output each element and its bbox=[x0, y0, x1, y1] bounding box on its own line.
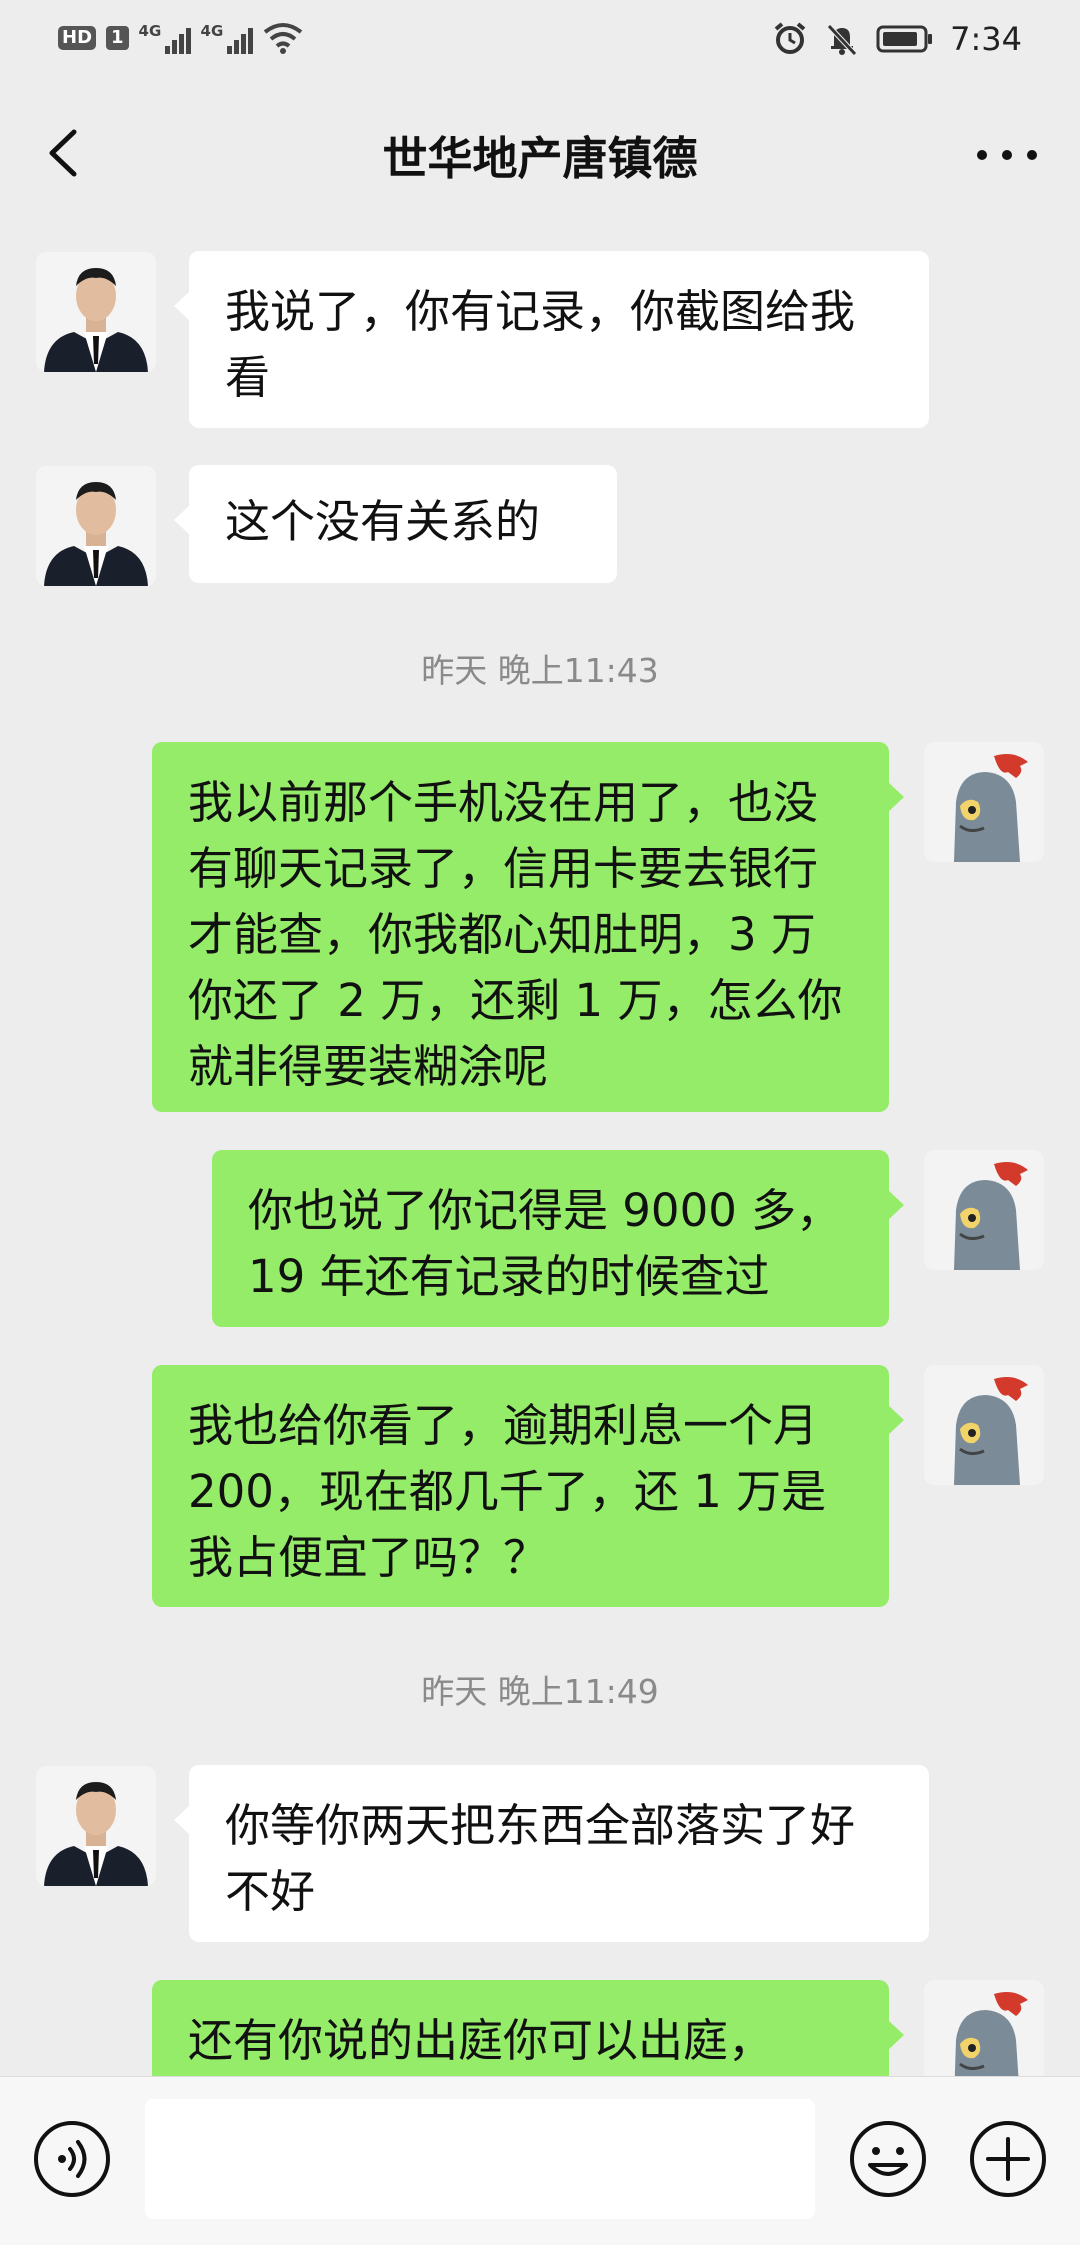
network-type-1: 4G bbox=[138, 22, 162, 40]
voice-input-icon[interactable] bbox=[32, 2119, 112, 2199]
message-composer bbox=[0, 2076, 1080, 2245]
contact-avatar[interactable] bbox=[36, 1766, 156, 1886]
self-avatar[interactable] bbox=[924, 1365, 1044, 1485]
signal-icon: 4G bbox=[139, 22, 191, 54]
status-bar: HD 1 4G 4G 7:34 bbox=[0, 0, 1080, 80]
alarm-icon bbox=[774, 22, 806, 54]
wifi-icon bbox=[263, 23, 302, 54]
incoming-message-bubble[interactable]: 这个没有关系的 bbox=[174, 465, 617, 583]
incoming-message-bubble[interactable]: 我说了，你有记录，你截图给我看 bbox=[174, 251, 929, 428]
incoming-message-bubble[interactable]: 你等你两天把东西全部落实了好不好 bbox=[174, 1765, 929, 1942]
network-type-2: 4G bbox=[200, 22, 224, 40]
self-avatar[interactable] bbox=[924, 1150, 1044, 1270]
mute-bell-icon bbox=[827, 24, 857, 56]
message-input[interactable] bbox=[145, 2099, 815, 2219]
clock: 7:34 bbox=[950, 20, 1022, 58]
message-timestamp: 昨天 晚上11:49 bbox=[421, 1672, 659, 1711]
plus-icon[interactable] bbox=[968, 2119, 1048, 2199]
outgoing-message-bubble[interactable]: 你也说了你记得是 9000 多，19 年还有记录的时候查过 bbox=[212, 1150, 904, 1327]
sim-indicator: 1 bbox=[106, 26, 129, 50]
emoji-icon[interactable] bbox=[848, 2119, 928, 2199]
battery-icon bbox=[876, 25, 933, 53]
contact-avatar[interactable] bbox=[36, 252, 156, 372]
contact-avatar[interactable] bbox=[36, 466, 156, 586]
message-timestamp: 昨天 晚上11:43 bbox=[421, 651, 659, 690]
chat-title: 世华地产唐镇德 bbox=[382, 132, 698, 185]
chat-header: 世华地产唐镇德 bbox=[0, 80, 1080, 225]
signal-icon-2: 4G bbox=[201, 22, 253, 54]
self-avatar[interactable] bbox=[924, 742, 1044, 862]
outgoing-message-bubble[interactable]: 我以前那个手机没在用了，也没有聊天记录了，信用卡要去银行才能查，你我都心知肚明，… bbox=[152, 742, 904, 1112]
hd-indicator: HD bbox=[58, 26, 97, 50]
outgoing-message-bubble[interactable]: 我也给你看了，逾期利息一个月 200，现在都几千了，还 1 万是我占便宜了吗？？ bbox=[152, 1365, 904, 1607]
more-dots-icon[interactable] bbox=[972, 130, 1042, 180]
